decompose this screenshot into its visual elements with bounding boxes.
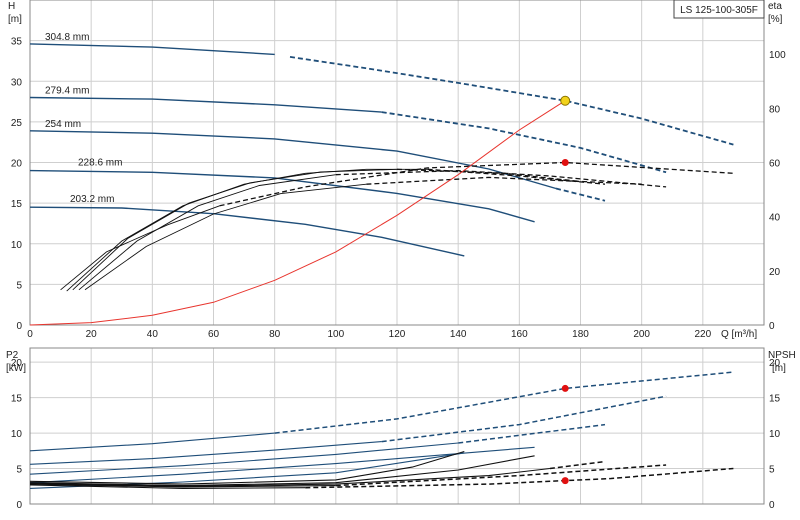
top-x-tick-label: 80 xyxy=(269,329,281,340)
top-y-tick-label-left: 35 xyxy=(11,37,23,48)
top-y-tick-label-left: 20 xyxy=(11,159,23,170)
power-curve-2-dashed xyxy=(458,423,606,444)
top-x-tick-label: 200 xyxy=(633,329,650,340)
top-curves xyxy=(29,43,734,326)
model-label-box: LS 125-100-305F xyxy=(673,0,765,19)
top-y-tick-label-right: 40 xyxy=(769,213,781,224)
top-x-tick-label: 40 xyxy=(147,329,159,340)
duty-point-markers xyxy=(560,95,571,485)
bottom-y-tick-label-left: 15 xyxy=(11,394,23,405)
top-y-tick-label-left: 15 xyxy=(11,199,23,210)
top-ylabel-left-line2: [m] xyxy=(8,14,22,25)
top-grid xyxy=(30,0,764,325)
head-curve-label: 254 mm xyxy=(45,119,81,130)
pump-performance-chart: LS 125-100-305F H [m] eta [%] Q [m³/h] P… xyxy=(6,0,796,511)
top-tick-labels: 0 20 40 60 80 100 120 140 160 180 200 2200510152025… xyxy=(11,37,786,340)
top-y-tick-label-right: 60 xyxy=(769,159,781,170)
top-y-tick-label-left: 0 xyxy=(16,321,22,332)
bottom-y-tick-label-right: 5 xyxy=(769,465,775,476)
top-y-tick-label-left: 30 xyxy=(11,77,23,88)
bottom-y-tick-label-right: 20 xyxy=(769,358,781,369)
bottom-y-tick-label-right: 10 xyxy=(769,429,781,440)
head-curve-label: 228.6 mm xyxy=(78,158,122,169)
bottom-tick-labels: 0 5 10 15 20 0 5 10 15 20 xyxy=(11,358,781,511)
impeller-diameter-labels: 304.8 mm 279.4 mm 254 mm 228.6 mm 203.2 mm xyxy=(45,32,122,205)
bottom-y-tick-label-right: 15 xyxy=(769,394,781,405)
bottom-y-tick-label-left: 20 xyxy=(11,358,23,369)
npsh-curve-2-dashed xyxy=(549,460,606,470)
top-y-tick-label-left: 5 xyxy=(16,280,22,291)
duty-point-marker xyxy=(561,159,569,166)
head-curve-label: 279.4 mm xyxy=(45,86,89,97)
top-ylabel-left-line1: H xyxy=(8,1,15,12)
top-x-tick-label: 120 xyxy=(389,329,406,340)
duty-point-marker xyxy=(561,384,569,392)
top-y-tick-label-right: 20 xyxy=(769,267,781,278)
efficiency-curve-0-solid xyxy=(66,168,428,292)
top-ylabel-right-line1: eta xyxy=(768,1,782,12)
bottom-y-tick-label-left: 5 xyxy=(16,465,22,476)
top-x-tick-label: 220 xyxy=(694,329,711,340)
top-x-tick-label: 100 xyxy=(327,329,344,340)
head-curve-label: 203.2 mm xyxy=(70,194,114,205)
head-curve-0-dashed xyxy=(289,56,734,146)
top-x-tick-label: 180 xyxy=(572,329,589,340)
duty-point-marker xyxy=(561,477,569,485)
model-label: LS 125-100-305F xyxy=(680,5,758,16)
top-x-tick-label: 160 xyxy=(511,329,528,340)
head-curve-label: 304.8 mm xyxy=(45,32,89,43)
efficiency-curve-3-solid xyxy=(84,183,367,291)
head-curve-4-solid xyxy=(29,206,465,257)
bottom-curves xyxy=(29,371,734,489)
duty-point-marker xyxy=(560,95,571,106)
head-curve-1-dashed xyxy=(381,111,667,174)
top-y-tick-label-right: 80 xyxy=(769,104,781,115)
power-curve-0-dashed xyxy=(274,371,734,434)
top-y-tick-label-right: 0 xyxy=(769,321,775,332)
top-x-tick-label: 60 xyxy=(208,329,220,340)
top-x-tick-label: 140 xyxy=(450,329,467,340)
power-curve-1-solid xyxy=(29,441,382,465)
top-y-tick-label-left: 25 xyxy=(11,118,23,129)
bottom-y-tick-label-left: 0 xyxy=(16,500,22,511)
top-xlabel: Q [m³/h] xyxy=(721,329,757,340)
top-y-tick-label-left: 10 xyxy=(11,240,23,251)
top-x-tick-label: 0 xyxy=(27,329,33,340)
top-ylabel-right-line2: [%] xyxy=(768,14,783,25)
efficiency-curve-4-dashed xyxy=(219,161,734,207)
efficiency-curve-4-solid xyxy=(60,205,220,291)
bottom-y-tick-label-left: 10 xyxy=(11,429,23,440)
top-y-tick-label-right: 100 xyxy=(769,50,786,61)
head-curve-1-solid xyxy=(29,96,382,113)
system-curve xyxy=(29,100,566,326)
bottom-y-tick-label-right: 0 xyxy=(769,500,775,511)
top-x-tick-label: 20 xyxy=(86,329,98,340)
